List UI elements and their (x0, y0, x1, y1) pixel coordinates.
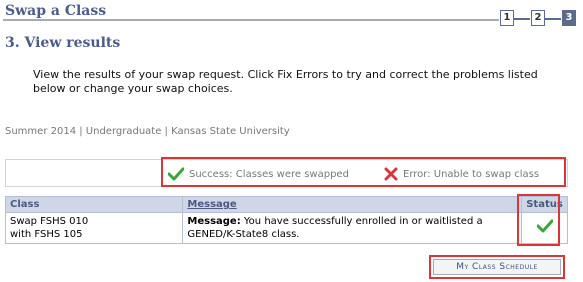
message-cell: Message: You have successfully enrolled … (182, 212, 523, 244)
my-class-schedule-button[interactable]: My Class Schedule (433, 259, 561, 275)
legend-error-label: Error: Unable to swap class (403, 168, 540, 180)
class-cell: Swap FSHS 010 with FSHS 105 (4, 212, 184, 244)
step-indicator: 1 2 3 (499, 9, 579, 29)
column-header-class: Class (4, 196, 184, 213)
term-info: Summer 2014 | Undergraduate | Kansas Sta… (5, 126, 290, 137)
step-2: 2 (531, 10, 545, 26)
legend-success: Success: Classes were swapped (168, 167, 349, 181)
instructions-text: View the results of your swap request. C… (33, 68, 538, 95)
table-header-row: Class Message Status (4, 196, 568, 213)
legend-success-label: Success: Classes were swapped (189, 168, 349, 180)
step-1: 1 (500, 10, 514, 26)
message-label: Message: (187, 216, 241, 227)
page-title: Swap a Class (5, 3, 107, 19)
schedule-highlight: My Class Schedule (429, 255, 565, 279)
step-3-current: 3 (562, 10, 576, 26)
step-connector (514, 18, 530, 20)
legend-error: Error: Unable to swap class (384, 167, 539, 181)
step-connector (545, 18, 561, 20)
class-swap-from: Swap FSHS 010 (10, 216, 89, 227)
title-divider (3, 19, 499, 21)
results-table: Class Message Status Swap FSHS 010 with … (4, 196, 568, 244)
table-row: Swap FSHS 010 with FSHS 105 Message: You… (4, 212, 568, 244)
success-check-icon (168, 167, 184, 181)
status-highlight (517, 194, 560, 246)
column-header-message[interactable]: Message (182, 196, 523, 213)
step-heading: 3. View results (5, 35, 121, 51)
class-swap-with: with FSHS 105 (10, 229, 83, 240)
error-x-icon (384, 167, 398, 181)
